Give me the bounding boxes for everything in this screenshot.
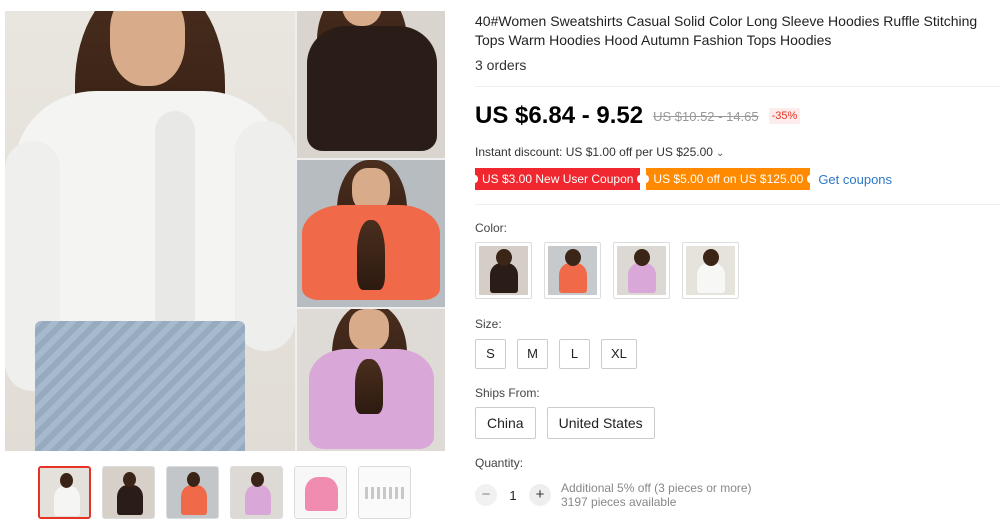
quantity-decrease-button[interactable]: − [475,484,497,506]
ships-from-options: China United States [475,407,655,439]
ships-from-china[interactable]: China [475,407,536,439]
new-user-coupon[interactable]: US $3.00 New User Coupon [471,168,644,190]
instant-discount-text: Instant discount: US $1.00 off per US $2… [475,145,713,159]
size-option-s[interactable]: S [475,339,506,369]
size-option-xl[interactable]: XL [601,339,637,369]
stock-available: 3197 pieces available [561,495,677,509]
size-options: S M L XL [475,339,637,369]
product-title: 40#Women Sweatshirts Casual Solid Color … [475,13,978,48]
quantity-label: Quantity: [475,456,524,470]
size-option-m[interactable]: M [517,339,548,369]
thumbnail-white[interactable] [38,466,91,519]
quantity-increase-button[interactable]: + [529,484,551,506]
store-coupon[interactable]: US $5.00 off on US $125.00 [643,168,814,190]
current-price: US $6.84 - 9.52 [475,102,644,129]
quantity-note: Additional 5% off (3 pieces or more) 319… [561,481,752,509]
divider [475,86,1000,87]
color-swatch-black[interactable] [475,242,532,299]
product-info-panel: 40#Women Sweatshirts Casual Solid Color … [471,0,1000,520]
photo-black [297,11,445,158]
divider [475,204,1000,205]
photo-orange [297,160,445,307]
quantity-value[interactable]: 1 [497,488,529,503]
bulk-discount-note: Additional 5% off (3 pieces or more) [561,481,752,495]
main-photo-white [5,11,295,451]
thumbnail-orange[interactable] [166,466,219,519]
thumbnail-black[interactable] [102,466,155,519]
size-label: Size: [475,317,502,331]
thumbnail-size-chart[interactable] [358,466,411,519]
instant-discount[interactable]: Instant discount: US $1.00 off per US $2… [475,145,724,159]
thumbnail-pink-flat[interactable] [294,466,347,519]
quantity-stepper: − 1 + Additional 5% off (3 pieces or mor… [475,481,752,509]
color-swatches [475,242,739,299]
size-option-l[interactable]: L [559,339,590,369]
thumbnail-strip [38,466,411,519]
color-swatch-white[interactable] [682,242,739,299]
price-row: US $6.84 - 9.52 US $10.52 - 14.65 -35% [475,102,801,130]
discount-badge: -35% [768,108,801,124]
original-price: US $10.52 - 14.65 [653,108,759,124]
ships-from-united-states[interactable]: United States [546,407,655,439]
photo-pink [297,309,445,451]
get-coupons-link[interactable]: Get coupons [818,172,892,187]
color-label: Color: [475,221,508,235]
chevron-down-icon: ⌄ [715,148,725,159]
product-main-image[interactable] [5,11,445,451]
color-swatch-orange[interactable] [544,242,601,299]
coupon-row: US $3.00 New User Coupon US $5.00 off on… [471,168,892,190]
orders-count: 3 orders [475,57,527,73]
ships-from-label: Ships From: [475,386,540,400]
color-swatch-pink[interactable] [613,242,670,299]
thumbnail-pink[interactable] [230,466,283,519]
